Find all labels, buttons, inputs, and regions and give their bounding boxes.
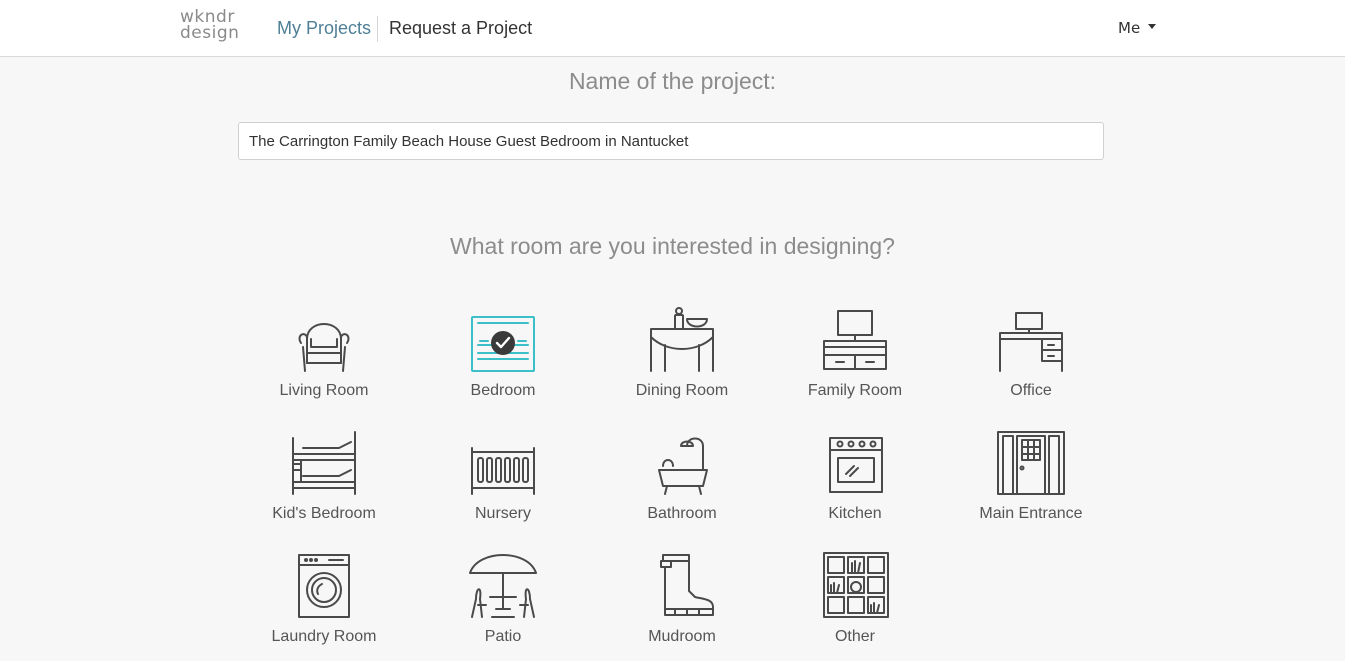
tv-stand-icon xyxy=(823,310,887,370)
nav-request-project[interactable]: Request a Project xyxy=(389,18,532,39)
room-option-office[interactable]: Office xyxy=(961,305,1101,400)
room-label: Kitchen xyxy=(828,505,882,522)
washing-machine-icon xyxy=(298,554,350,618)
armchair-icon xyxy=(298,323,350,372)
selected-check-icon xyxy=(491,331,515,355)
bathtub-icon xyxy=(658,437,708,495)
bed-icon xyxy=(471,316,535,372)
room-label: Family Room xyxy=(807,382,903,399)
room-label: Main Entrance xyxy=(979,505,1083,522)
user-menu[interactable]: Me xyxy=(1118,19,1157,37)
room-option-other[interactable]: Other xyxy=(785,551,925,646)
nav-divider xyxy=(377,16,378,42)
logo[interactable]: wkndr design xyxy=(180,9,244,42)
room-label: Dining Room xyxy=(635,382,729,399)
room-label: Living Room xyxy=(279,382,369,399)
room-label: Kid's Bedroom xyxy=(272,505,376,522)
room-option-laundry-room[interactable]: Laundry Room xyxy=(254,551,394,646)
project-name-input[interactable] xyxy=(238,122,1104,160)
bunk-bed-icon xyxy=(292,431,356,495)
crib-icon xyxy=(471,447,535,495)
project-name-heading: Name of the project: xyxy=(568,68,777,94)
room-option-nursery[interactable]: Nursery xyxy=(433,428,573,523)
user-menu-label: Me xyxy=(1118,19,1141,37)
logo-line-2: design xyxy=(180,23,240,43)
room-option-main-entrance[interactable]: Main Entrance xyxy=(961,428,1101,523)
room-option-mudroom[interactable]: Mudroom xyxy=(612,551,752,646)
front-door-icon xyxy=(997,431,1065,495)
patio-umbrella-icon xyxy=(469,554,537,618)
room-option-family-room[interactable]: Family Room xyxy=(785,305,925,400)
room-label: Bathroom xyxy=(647,505,717,522)
dining-table-icon xyxy=(650,307,714,372)
top-navbar: wkndr design My Projects Request a Proje… xyxy=(0,0,1345,57)
caret-down-icon xyxy=(1148,24,1157,29)
shelves-icon xyxy=(823,552,889,618)
room-option-dining-room[interactable]: Dining Room xyxy=(612,305,752,400)
room-heading: What room are you interested in designin… xyxy=(450,233,895,259)
room-label: Bedroom xyxy=(470,382,536,399)
room-label: Other xyxy=(834,628,875,645)
room-label: Nursery xyxy=(474,505,531,522)
room-label: Patio xyxy=(484,628,522,645)
room-option-kids-bedroom[interactable]: Kid's Bedroom xyxy=(254,428,394,523)
boot-icon xyxy=(660,554,714,616)
room-option-bedroom[interactable]: Bedroom xyxy=(433,305,573,400)
room-option-kitchen[interactable]: Kitchen xyxy=(785,428,925,523)
room-label: Office xyxy=(1010,382,1052,399)
room-label: Laundry Room xyxy=(271,628,377,645)
desk-icon xyxy=(999,312,1063,372)
room-label: Mudroom xyxy=(648,628,716,645)
room-option-living-room[interactable]: Living Room xyxy=(254,305,394,400)
room-option-bathroom[interactable]: Bathroom xyxy=(612,428,752,523)
nav-my-projects[interactable]: My Projects xyxy=(277,18,371,39)
room-option-patio[interactable]: Patio xyxy=(433,551,573,646)
oven-icon xyxy=(829,437,883,493)
